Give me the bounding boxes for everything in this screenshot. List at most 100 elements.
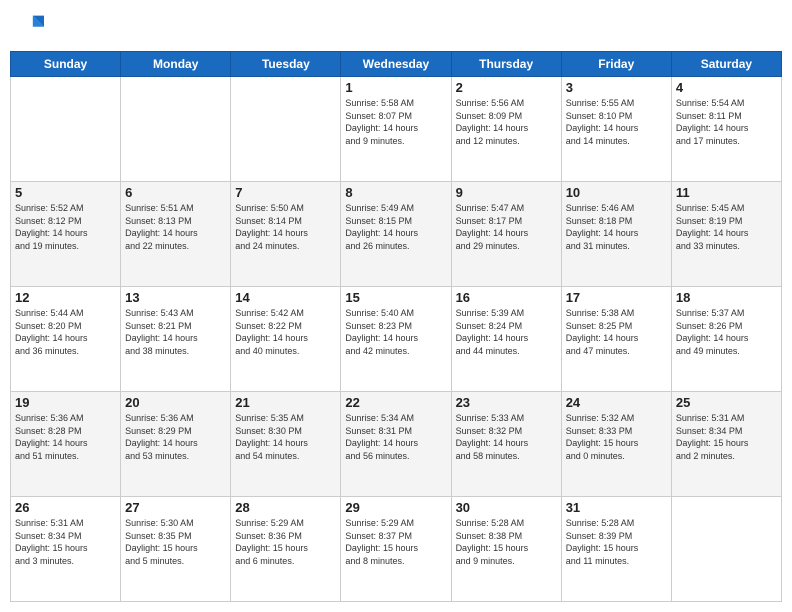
day-info: Sunrise: 5:52 AM Sunset: 8:12 PM Dayligh… (15, 202, 116, 252)
day-cell (11, 77, 121, 182)
week-row-1: 5 Sunrise: 5:52 AM Sunset: 8:12 PM Daylig… (11, 182, 782, 287)
day-number: 10 (566, 185, 667, 200)
day-info: Sunrise: 5:31 AM Sunset: 8:34 PM Dayligh… (676, 412, 777, 462)
day-cell: 13Sunrise: 5:43 AM Sunset: 8:21 PM Dayli… (121, 287, 231, 392)
day-info: Sunrise: 5:28 AM Sunset: 8:39 PM Dayligh… (566, 517, 667, 567)
day-cell: 6 Sunrise: 5:51 AM Sunset: 8:13 PM Daylig… (121, 182, 231, 287)
day-cell: 18 Sunrise: 5:37 AM Sunset: 8:26 PM Dayli… (671, 287, 781, 392)
day-info: Sunrise: 5:46 AM Sunset: 8:18 PM Dayligh… (566, 202, 667, 252)
day-cell (671, 497, 781, 602)
day-info: Sunrise: 5:34 AM Sunset: 8:31 PM Dayligh… (345, 412, 446, 462)
day-cell: 20 Sunrise: 5:36 AM Sunset: 8:29 PM Dayli… (121, 392, 231, 497)
day-number: 24 (566, 395, 667, 410)
day-info: Sunrise: 5:35 AM Sunset: 8:30 PM Dayligh… (235, 412, 336, 462)
day-cell: 14Sunrise: 5:42 AM Sunset: 8:22 PM Dayli… (231, 287, 341, 392)
day-number: 23 (456, 395, 557, 410)
day-cell: 8 Sunrise: 5:49 AM Sunset: 8:15 PM Daylig… (341, 182, 451, 287)
day-info: Sunrise: 5:42 AM Sunset: 8:22 PM Dayligh… (235, 307, 336, 357)
day-cell: 19 Sunrise: 5:36 AM Sunset: 8:28 PM Dayli… (11, 392, 121, 497)
day-cell: 23Sunrise: 5:33 AM Sunset: 8:32 PM Dayli… (451, 392, 561, 497)
day-info: Sunrise: 5:32 AM Sunset: 8:33 PM Dayligh… (566, 412, 667, 462)
day-number: 22 (345, 395, 446, 410)
day-info: Sunrise: 5:29 AM Sunset: 8:36 PM Dayligh… (235, 517, 336, 567)
day-info: Sunrise: 5:47 AM Sunset: 8:17 PM Dayligh… (456, 202, 557, 252)
day-cell: 27 Sunrise: 5:30 AM Sunset: 8:35 PM Dayli… (121, 497, 231, 602)
day-cell: 26 Sunrise: 5:31 AM Sunset: 8:34 PM Dayli… (11, 497, 121, 602)
day-info: Sunrise: 5:38 AM Sunset: 8:25 PM Dayligh… (566, 307, 667, 357)
logo (14, 10, 44, 43)
day-number: 2 (456, 80, 557, 95)
day-number: 31 (566, 500, 667, 515)
day-cell: 17 Sunrise: 5:38 AM Sunset: 8:25 PM Dayli… (561, 287, 671, 392)
calendar-header: SundayMondayTuesdayWednesdayThursdayFrid… (11, 52, 782, 77)
day-number: 6 (125, 185, 226, 200)
logo-icon (16, 10, 44, 38)
day-info: Sunrise: 5:39 AM Sunset: 8:24 PM Dayligh… (456, 307, 557, 357)
day-info: Sunrise: 5:54 AM Sunset: 8:11 PM Dayligh… (676, 97, 777, 147)
day-cell: 1 Sunrise: 5:58 AM Sunset: 8:07 PM Daylig… (341, 77, 451, 182)
day-number: 15 (345, 290, 446, 305)
day-info: Sunrise: 5:51 AM Sunset: 8:13 PM Dayligh… (125, 202, 226, 252)
day-info: Sunrise: 5:56 AM Sunset: 8:09 PM Dayligh… (456, 97, 557, 147)
day-cell: 7Sunrise: 5:50 AM Sunset: 8:14 PM Daylig… (231, 182, 341, 287)
day-header-thursday: Thursday (451, 52, 561, 77)
day-cell (121, 77, 231, 182)
day-number: 26 (15, 500, 116, 515)
day-info: Sunrise: 5:37 AM Sunset: 8:26 PM Dayligh… (676, 307, 777, 357)
day-cell: 31 Sunrise: 5:28 AM Sunset: 8:39 PM Dayli… (561, 497, 671, 602)
day-cell: 21 Sunrise: 5:35 AM Sunset: 8:30 PM Dayli… (231, 392, 341, 497)
day-number: 16 (456, 290, 557, 305)
day-cell: 24 Sunrise: 5:32 AM Sunset: 8:33 PM Dayli… (561, 392, 671, 497)
day-info: Sunrise: 5:55 AM Sunset: 8:10 PM Dayligh… (566, 97, 667, 147)
day-number: 1 (345, 80, 446, 95)
day-header-sunday: Sunday (11, 52, 121, 77)
day-cell: 15 Sunrise: 5:40 AM Sunset: 8:23 PM Dayli… (341, 287, 451, 392)
day-cell (231, 77, 341, 182)
day-header-wednesday: Wednesday (341, 52, 451, 77)
day-cell: 10 Sunrise: 5:46 AM Sunset: 8:18 PM Dayli… (561, 182, 671, 287)
day-info: Sunrise: 5:45 AM Sunset: 8:19 PM Dayligh… (676, 202, 777, 252)
header-row: SundayMondayTuesdayWednesdayThursdayFrid… (11, 52, 782, 77)
day-number: 30 (456, 500, 557, 515)
day-number: 5 (15, 185, 116, 200)
day-number: 7 (235, 185, 336, 200)
day-number: 3 (566, 80, 667, 95)
calendar-table: SundayMondayTuesdayWednesdayThursdayFrid… (10, 51, 782, 602)
day-info: Sunrise: 5:29 AM Sunset: 8:37 PM Dayligh… (345, 517, 446, 567)
day-number: 12 (15, 290, 116, 305)
day-number: 27 (125, 500, 226, 515)
header (10, 10, 782, 43)
day-info: Sunrise: 5:49 AM Sunset: 8:15 PM Dayligh… (345, 202, 446, 252)
calendar-body: 1 Sunrise: 5:58 AM Sunset: 8:07 PM Daylig… (11, 77, 782, 602)
day-number: 29 (345, 500, 446, 515)
day-cell: 2 Sunrise: 5:56 AM Sunset: 8:09 PM Daylig… (451, 77, 561, 182)
day-number: 19 (15, 395, 116, 410)
day-number: 21 (235, 395, 336, 410)
day-info: Sunrise: 5:40 AM Sunset: 8:23 PM Dayligh… (345, 307, 446, 357)
day-header-tuesday: Tuesday (231, 52, 341, 77)
day-number: 4 (676, 80, 777, 95)
day-number: 13 (125, 290, 226, 305)
day-cell: 3 Sunrise: 5:55 AM Sunset: 8:10 PM Daylig… (561, 77, 671, 182)
day-header-saturday: Saturday (671, 52, 781, 77)
day-number: 28 (235, 500, 336, 515)
day-info: Sunrise: 5:30 AM Sunset: 8:35 PM Dayligh… (125, 517, 226, 567)
day-number: 8 (345, 185, 446, 200)
day-info: Sunrise: 5:31 AM Sunset: 8:34 PM Dayligh… (15, 517, 116, 567)
day-cell: 28 Sunrise: 5:29 AM Sunset: 8:36 PM Dayli… (231, 497, 341, 602)
week-row-4: 26 Sunrise: 5:31 AM Sunset: 8:34 PM Dayli… (11, 497, 782, 602)
day-number: 25 (676, 395, 777, 410)
day-info: Sunrise: 5:58 AM Sunset: 8:07 PM Dayligh… (345, 97, 446, 147)
week-row-3: 19 Sunrise: 5:36 AM Sunset: 8:28 PM Dayli… (11, 392, 782, 497)
day-cell: 30Sunrise: 5:28 AM Sunset: 8:38 PM Dayli… (451, 497, 561, 602)
day-number: 17 (566, 290, 667, 305)
day-number: 9 (456, 185, 557, 200)
day-number: 18 (676, 290, 777, 305)
day-info: Sunrise: 5:36 AM Sunset: 8:28 PM Dayligh… (15, 412, 116, 462)
day-header-monday: Monday (121, 52, 231, 77)
day-cell: 29 Sunrise: 5:29 AM Sunset: 8:37 PM Dayli… (341, 497, 451, 602)
week-row-2: 12Sunrise: 5:44 AM Sunset: 8:20 PM Dayli… (11, 287, 782, 392)
day-cell: 4 Sunrise: 5:54 AM Sunset: 8:11 PM Daylig… (671, 77, 781, 182)
day-number: 20 (125, 395, 226, 410)
day-info: Sunrise: 5:36 AM Sunset: 8:29 PM Dayligh… (125, 412, 226, 462)
